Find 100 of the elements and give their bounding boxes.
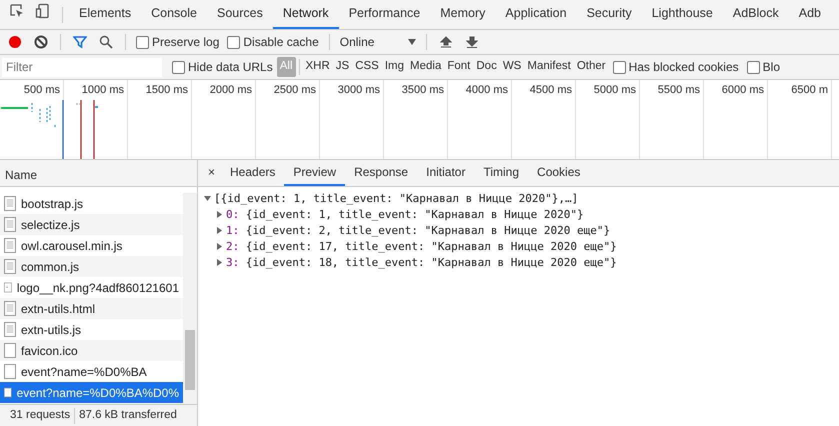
json-text: {id_event: 2, title_event: "Карнавал в Ницце 2020 еще"} <box>246 222 610 239</box>
detail-tab[interactable]: Headers <box>221 160 284 186</box>
detail-tab[interactable]: Cookies <box>528 160 590 186</box>
type-filter[interactable]: JS <box>332 57 352 77</box>
collapse-arrow-icon[interactable] <box>204 195 211 202</box>
tick-label: 4500 ms <box>530 84 572 96</box>
file-name: selectize.js <box>21 216 80 234</box>
file-name: favicon.ico <box>21 342 78 360</box>
tick-label: 1000 ms <box>82 84 124 96</box>
file-icon <box>4 196 16 211</box>
checkbox-label: Blo <box>762 59 780 76</box>
json-text: [{id_event: 1, title_event: "Карнавал в Ницце 2020"},…] <box>214 190 578 207</box>
checkbox-label: Disable cache <box>243 34 319 51</box>
tick-label: 5500 ms <box>658 84 700 96</box>
checkbox-label: Preserve log <box>152 34 220 51</box>
status-text: 87.6 kB transferred <box>79 408 177 423</box>
panel-tab[interactable]: Memory <box>430 0 496 29</box>
checkbox[interactable] <box>612 60 626 74</box>
file-name: logo__nk.png?4adf860121601 <box>16 280 179 296</box>
json-text: {id_event: 18, title_event: "Карнавал в Ницце 2020 еще"} <box>246 254 617 271</box>
expand-arrow-icon[interactable] <box>216 227 223 234</box>
file-icon <box>4 238 16 253</box>
request-row[interactable]: common.js <box>0 256 183 277</box>
detail-tab[interactable]: Response <box>345 160 418 186</box>
type-filter[interactable]: CSS <box>352 57 382 77</box>
json-key: 0: <box>226 206 240 224</box>
panel-tab[interactable]: Elements <box>69 0 142 29</box>
panel-tab[interactable]: Console <box>141 0 207 29</box>
caret-icon <box>408 39 416 45</box>
status-text: 31 requests <box>10 408 70 423</box>
checkbox[interactable] <box>746 60 760 74</box>
request-row[interactable]: extn-utils.js <box>0 319 183 340</box>
type-filter[interactable]: XHR <box>302 57 333 77</box>
checkbox[interactable] <box>136 36 149 48</box>
file-icon <box>4 385 12 400</box>
expand-arrow-icon[interactable] <box>216 259 223 266</box>
file-name: extn-utils.js <box>21 322 82 338</box>
type-filter[interactable]: Doc <box>473 57 500 77</box>
panel-tab[interactable]: Lighthouse <box>642 0 723 29</box>
clear-icon[interactable] <box>34 35 48 49</box>
request-row[interactable]: extn-utils.html <box>0 298 183 319</box>
file-name: extn-utils.html <box>21 300 96 318</box>
detail-tab[interactable]: Preview <box>284 160 346 186</box>
type-filter[interactable]: Other <box>574 57 609 77</box>
request-row[interactable]: selectize.js <box>0 214 183 235</box>
type-filter[interactable]: Manifest <box>524 57 574 77</box>
request-row[interactable]: logo__nk.png?4adf860121601 <box>0 277 183 298</box>
device-icon[interactable] <box>35 3 51 19</box>
tick-label: 2500 ms <box>274 84 316 96</box>
filter-field[interactable]: Filter <box>2 58 162 76</box>
request-row[interactable]: event?name=%D0%BA <box>0 361 183 382</box>
tick-label: 2000 ms <box>210 84 252 96</box>
tick-label: 6500 m <box>791 84 828 96</box>
json-key: 1: <box>226 222 240 240</box>
tick-label: 3500 ms <box>402 84 444 96</box>
json-text: {id_event: 17, title_event: "Карнавал в Ницце 2020 еще"} <box>246 238 617 255</box>
file-name: common.js <box>21 258 80 276</box>
request-row[interactable]: owl.carousel.min.js <box>0 235 183 256</box>
panel-tab[interactable]: Performance <box>338 0 430 29</box>
tick-label: 4000 ms <box>466 84 508 96</box>
detail-tab[interactable]: Initiator <box>417 160 474 186</box>
inspect-icon[interactable] <box>9 3 25 19</box>
file-name: bootstrap.js <box>21 196 84 212</box>
panel-tab[interactable]: Security <box>576 0 642 29</box>
request-row[interactable]: event?name=%D0%BA%D0% <box>0 382 183 403</box>
request-row[interactable]: bootstrap.js <box>0 193 183 214</box>
column-header[interactable]: Name <box>5 168 38 182</box>
json-text: {id_event: 1, title_event: "Карнавал в Ницце 2020"} <box>246 206 584 223</box>
download-icon[interactable] <box>466 36 478 48</box>
record-icon[interactable] <box>8 35 22 49</box>
panel-tab[interactable]: Sources <box>206 0 273 29</box>
expand-arrow-icon[interactable] <box>216 211 223 218</box>
detail-tab[interactable]: Timing <box>474 160 528 186</box>
request-row[interactable]: favicon.ico <box>0 340 183 361</box>
upload-icon[interactable] <box>440 36 452 48</box>
file-name: event?name=%D0%BA%D0% <box>16 384 179 402</box>
checkbox[interactable] <box>172 60 185 74</box>
panel-tab[interactable]: AdBlock <box>722 0 789 29</box>
checkbox-label: Has blocked cookies <box>628 59 739 76</box>
throttling-dropdown[interactable]: Online <box>336 33 420 51</box>
file-icon <box>4 259 16 274</box>
type-filter[interactable]: Img <box>382 57 408 77</box>
tick-label: 5000 ms <box>594 84 636 96</box>
type-filter[interactable]: Font <box>444 57 474 77</box>
type-filter[interactable]: Media <box>407 57 444 77</box>
panel-tab[interactable]: Application <box>495 0 577 29</box>
scrollbar-thumb[interactable] <box>185 330 195 390</box>
file-icon <box>4 217 16 232</box>
file-icon <box>4 322 16 337</box>
tick-label: 3000 ms <box>338 84 380 96</box>
checkbox[interactable] <box>227 36 240 48</box>
filter-icon[interactable] <box>73 35 87 49</box>
json-key: 3: <box>226 254 240 272</box>
type-filter[interactable]: WS <box>500 57 524 77</box>
close-button[interactable]: × <box>198 160 222 186</box>
file-icon <box>4 364 16 379</box>
panel-tab[interactable]: Adb <box>788 0 831 29</box>
file-name: owl.carousel.min.js <box>21 238 122 254</box>
expand-arrow-icon[interactable] <box>216 243 223 250</box>
search-icon[interactable] <box>99 35 113 49</box>
